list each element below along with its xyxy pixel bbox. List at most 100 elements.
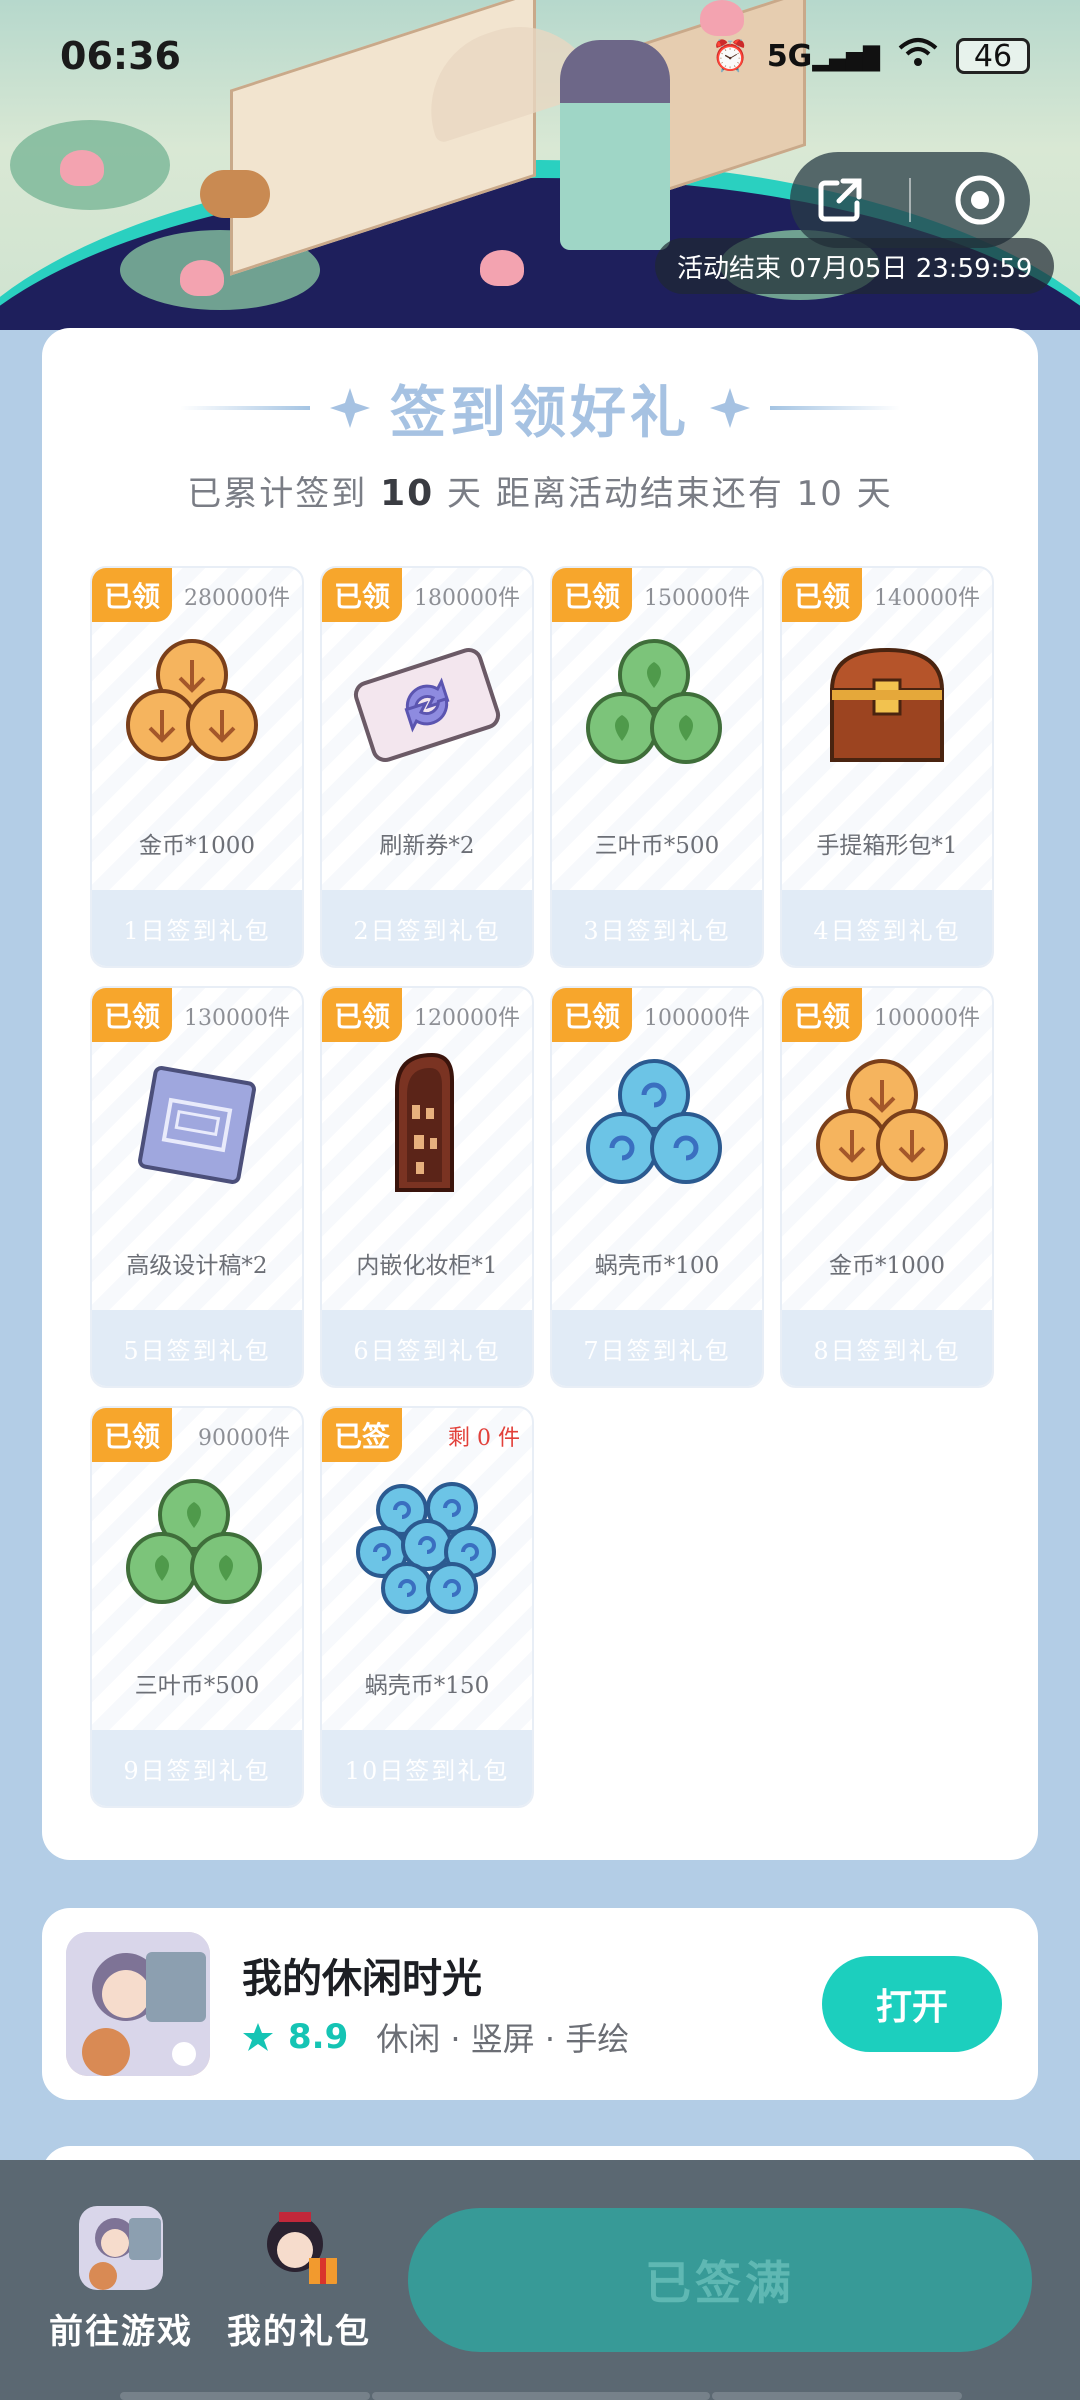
title-line-left xyxy=(180,406,310,410)
claimed-tag: 已领 xyxy=(92,1408,172,1462)
claimed-tag: 已领 xyxy=(782,988,862,1042)
signin-prefix: 已累计签到 xyxy=(187,474,368,514)
game-app-icon xyxy=(66,1932,210,2076)
target-icon xyxy=(955,175,1005,225)
stock-count: 280000件 xyxy=(184,586,290,611)
status-time: 06:36 xyxy=(60,34,181,78)
reward-name: 三叶币*500 xyxy=(594,833,720,859)
share-button[interactable] xyxy=(810,170,870,230)
reward-day-label: 8日签到礼包 xyxy=(782,1310,992,1386)
reward-card-day9[interactable]: 已领 90000件 三叶币*500 9日签到礼包 xyxy=(90,1406,304,1808)
reward-day-label: 5日签到礼包 xyxy=(92,1310,302,1386)
reward-name: 手提箱形包*1 xyxy=(816,833,958,859)
star-icon xyxy=(243,2023,273,2051)
claimed-tag: 已领 xyxy=(552,568,632,622)
stock-count: 130000件 xyxy=(184,1006,290,1031)
game-score: 8.9 xyxy=(288,2017,349,2057)
game-card[interactable]: 我的休闲时光 8.9 休闲 · 竖屏 · 手绘 打开 xyxy=(42,1908,1038,2100)
signed-tag: 已签 xyxy=(322,1408,402,1462)
claimed-tag: 已领 xyxy=(92,568,172,622)
mini-program-capsule xyxy=(790,152,1030,248)
reward-day-label: 7日签到礼包 xyxy=(552,1310,762,1386)
battery-icon: 46 xyxy=(956,38,1030,74)
lotus xyxy=(60,150,104,186)
home-indicator xyxy=(372,2392,710,2400)
reward-name: 内嵌化妆柜*1 xyxy=(356,1253,498,1279)
signin-progress-text: 已累计签到 10 天 距离活动结束还有 10 天 xyxy=(42,466,1038,515)
reward-card-day5[interactable]: 已领 130000件 高级设计稿*2 5日签到礼包 xyxy=(90,986,304,1388)
reward-card-day6[interactable]: 已领 120000件 内嵌化妆柜*1 6日签到礼包 xyxy=(320,986,534,1388)
my-gifts-button[interactable]: 我的礼包 xyxy=(214,2206,384,2353)
reward-name: 金币*1000 xyxy=(828,1253,946,1279)
gift-icon xyxy=(257,2206,341,2290)
game-tags: 休闲 · 竖屏 · 手绘 xyxy=(376,2020,630,2058)
game-name: 我的休闲时光 xyxy=(242,1956,482,2002)
treasure-chest-icon xyxy=(829,647,945,762)
signin-remaining: 天 距离活动结束还有 10 天 xyxy=(447,474,893,514)
home-indicator xyxy=(712,2392,962,2400)
stock-count: 150000件 xyxy=(644,586,750,611)
sparkle-icon xyxy=(710,388,750,428)
stock-count: 140000件 xyxy=(874,586,980,611)
gold-coin-icon xyxy=(816,1059,948,1181)
activity-end-time: 活动结束 07月05日 23:59:59 xyxy=(655,238,1055,294)
stock-count: 90000件 xyxy=(198,1426,290,1451)
reward-card-day1[interactable]: 已领 280000件 金币*1000 1日签到礼包 xyxy=(90,566,304,968)
reward-card-day8[interactable]: 已领 100000件 金币*1000 8日签到礼包 xyxy=(780,986,994,1388)
clover-coin-icon xyxy=(586,639,722,764)
go-game-button[interactable]: 前往游戏 xyxy=(36,2206,206,2353)
shell-coin-icon xyxy=(586,1059,722,1184)
claimed-tag: 已领 xyxy=(322,988,402,1042)
alarm-icon: ⏰ xyxy=(711,38,749,74)
reward-card-day10[interactable]: 已签 剩 0 件 蜗壳币*150 10日签到礼包 xyxy=(320,1406,534,1808)
reward-day-label: 9日签到礼包 xyxy=(92,1730,302,1806)
open-game-button[interactable]: 打开 xyxy=(822,1956,1002,2052)
reward-card-day3[interactable]: 已领 150000件 三叶币*500 3日签到礼包 xyxy=(550,566,764,968)
reward-day-label: 6日签到礼包 xyxy=(322,1310,532,1386)
capsule-divider xyxy=(908,178,911,222)
blueprint-icon xyxy=(138,1066,256,1184)
reward-day-label: 2日签到礼包 xyxy=(322,890,532,966)
cabinet-icon xyxy=(395,1052,454,1192)
claimed-tag: 已领 xyxy=(322,568,402,622)
signed-days-count: 10 xyxy=(380,473,435,514)
signed-full-button[interactable]: 已签满 xyxy=(408,2208,1032,2352)
reward-name: 蜗壳币*150 xyxy=(364,1673,490,1699)
reward-card-day4[interactable]: 已领 140000件 手提箱形包*1 4日签到礼包 xyxy=(780,566,994,968)
stock-count: 180000件 xyxy=(414,586,520,611)
claimed-tag: 已领 xyxy=(92,988,172,1042)
character-dog xyxy=(200,170,270,218)
reward-card-day2[interactable]: 已领 180000件 刷新券*2 2日签到礼包 xyxy=(320,566,534,968)
sparkle-icon xyxy=(330,388,370,428)
reward-name: 蜗壳币*100 xyxy=(594,1253,720,1279)
stock-count: 120000件 xyxy=(414,1006,520,1031)
claimed-tag: 已领 xyxy=(782,568,862,622)
go-game-label: 前往游戏 xyxy=(49,2312,193,2352)
close-miniprogram-button[interactable] xyxy=(950,170,1010,230)
reward-name: 金币*1000 xyxy=(138,833,256,859)
gold-coin-icon xyxy=(126,639,258,761)
reward-day-label: 1日签到礼包 xyxy=(92,890,302,966)
stock-count: 剩 0 件 xyxy=(448,1426,520,1451)
signin-card: 签到领好礼 已累计签到 10 天 距离活动结束还有 10 天 已领 280000… xyxy=(42,328,1038,1860)
title-line-right xyxy=(770,406,900,410)
game-meta: 8.9 休闲 · 竖屏 · 手绘 xyxy=(242,2014,629,2060)
reward-day-label: 3日签到礼包 xyxy=(552,890,762,966)
refresh-ticket-icon xyxy=(353,647,501,763)
stock-count: 100000件 xyxy=(874,1006,980,1031)
signin-title: 签到领好礼 xyxy=(390,379,690,446)
my-gifts-label: 我的礼包 xyxy=(227,2312,371,2352)
claimed-tag: 已领 xyxy=(552,988,632,1042)
reward-name: 三叶币*500 xyxy=(134,1673,260,1699)
bottom-action-bar: 前往游戏 我的礼包 已签满 xyxy=(0,2160,1080,2400)
status-bar: 06:36 ⏰ 5G▂▄▆█ 46 xyxy=(0,0,1080,110)
reward-name: 高级设计稿*2 xyxy=(126,1253,268,1279)
reward-name: 刷新券*2 xyxy=(379,833,475,859)
battery-level: 46 xyxy=(973,38,1013,74)
game-shortcut-icon xyxy=(79,2206,163,2290)
signin-title-row: 签到领好礼 xyxy=(42,368,1038,448)
reward-card-day7[interactable]: 已领 100000件 蜗壳币*100 7日签到礼包 xyxy=(550,986,764,1388)
reward-day-label: 10日签到礼包 xyxy=(322,1730,532,1806)
lotus xyxy=(180,260,224,296)
lotus xyxy=(480,250,524,286)
